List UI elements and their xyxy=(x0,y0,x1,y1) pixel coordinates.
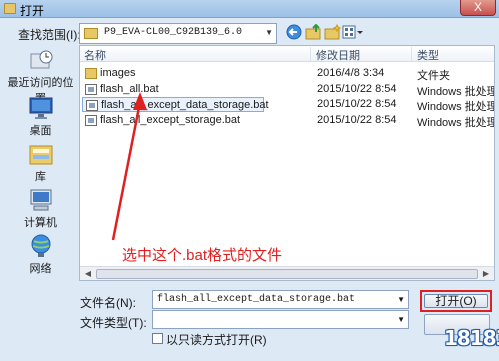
places-bar: 最近访问的位置 桌面 库 计算机 网络 xyxy=(4,46,77,282)
filetype-label: 文件类型(T): xyxy=(80,316,147,330)
folder-icon xyxy=(84,28,98,39)
lookin-combo[interactable]: P9_EVA-CL00_C92B139_6.0 ▼ xyxy=(79,23,277,44)
back-icon[interactable] xyxy=(285,24,303,42)
computer-icon xyxy=(28,188,54,212)
desktop-icon xyxy=(28,96,54,120)
filetype-select[interactable]: ▼ xyxy=(152,310,409,329)
item-name: flash_all_except_data_storage.bat xyxy=(101,99,269,111)
lookin-label: 查找范围(I): xyxy=(18,28,81,42)
open-button-highlight: 打开(O) xyxy=(420,290,492,312)
place-network[interactable]: 网络 xyxy=(4,234,77,276)
place-label: 网络 xyxy=(29,263,52,275)
readonly-checkbox[interactable] xyxy=(152,333,163,344)
scroll-right-icon[interactable]: ▶ xyxy=(479,268,493,280)
close-button[interactable]: X xyxy=(460,0,496,16)
window-title: 打开 xyxy=(20,4,45,18)
view-menu-icon[interactable] xyxy=(342,24,364,42)
watermark-logo: 18183 xyxy=(440,316,499,360)
item-date: 2015/10/22 8:54 xyxy=(317,114,397,126)
lookin-value: P9_EVA-CL00_C92B139_6.0 xyxy=(104,27,243,38)
list-item[interactable]: flash_all.bat 2015/10/22 8:54 Windows 批处… xyxy=(82,82,494,98)
column-date[interactable]: 修改日期 xyxy=(312,47,412,62)
bat-file-icon xyxy=(86,100,98,111)
bat-file-icon xyxy=(85,84,97,95)
folder-icon xyxy=(85,68,97,79)
place-label: 桌面 xyxy=(29,125,52,137)
folder-icon xyxy=(4,3,16,14)
filename-field[interactable]: flash_all_except_data_storage.bat ▼ xyxy=(152,290,409,309)
readonly-label: 以只读方式打开(R) xyxy=(166,333,267,347)
watermark-text: 18183 xyxy=(444,326,499,350)
list-header: 名称 修改日期 类型 xyxy=(80,46,494,62)
item-date: 2016/4/8 3:34 xyxy=(317,67,385,79)
horizontal-scrollbar[interactable]: ◀ ▶ xyxy=(80,266,494,280)
item-date: 2015/10/22 8:54 xyxy=(317,83,397,95)
chevron-down-icon[interactable]: ▼ xyxy=(397,295,405,304)
place-computer[interactable]: 计算机 xyxy=(4,188,77,230)
recent-places-icon xyxy=(28,48,54,72)
item-type: 文件夹 xyxy=(417,70,450,82)
network-icon xyxy=(28,234,54,258)
place-label: 计算机 xyxy=(24,217,57,229)
scrollbar-thumb[interactable] xyxy=(96,269,478,279)
item-date: 2015/10/22 8:54 xyxy=(317,98,397,110)
libraries-icon xyxy=(28,142,54,166)
title-bar: 打开 X xyxy=(0,0,499,18)
item-type: Windows 批处理文 xyxy=(417,101,494,113)
column-type[interactable]: 类型 xyxy=(413,47,494,62)
chevron-down-icon[interactable]: ▼ xyxy=(265,28,273,37)
open-button[interactable]: 打开(O) xyxy=(424,294,488,308)
scroll-left-icon[interactable]: ◀ xyxy=(81,268,95,280)
bat-file-icon xyxy=(85,115,97,126)
place-label: 库 xyxy=(35,171,46,183)
annotation-text: 选中这个.bat格式的文件 xyxy=(122,247,283,264)
chevron-down-icon[interactable]: ▼ xyxy=(397,315,405,324)
item-type: Windows 批处理文 xyxy=(417,117,494,129)
list-item-selected[interactable]: flash_all_except_data_storage.bat xyxy=(82,97,269,112)
place-libraries[interactable]: 库 xyxy=(4,142,77,184)
item-name: images xyxy=(100,67,136,79)
list-item[interactable]: images 2016/4/8 3:34 文件夹 xyxy=(82,66,492,82)
filename-label: 文件名(N): xyxy=(80,296,136,310)
up-folder-icon[interactable] xyxy=(305,23,323,42)
new-folder-icon[interactable] xyxy=(324,23,342,42)
filename-value: flash_all_except_data_storage.bat xyxy=(157,294,356,305)
place-desktop[interactable]: 桌面 xyxy=(4,96,77,138)
item-name: flash_all.bat xyxy=(100,83,159,95)
item-name: flash_all_except_storage.bat xyxy=(100,114,241,126)
item-type: Windows 批处理文 xyxy=(417,86,494,98)
column-name[interactable]: 名称 xyxy=(80,47,311,62)
list-item[interactable]: flash_all_except_storage.bat 2015/10/22 … xyxy=(82,113,494,129)
